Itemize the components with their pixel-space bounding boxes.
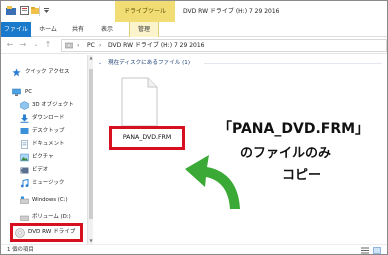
nav-item-documents[interactable]: ドキュメント	[1, 138, 89, 151]
group-header[interactable]: 現在ディスクにあるファイル (1)	[108, 57, 190, 69]
breadcrumb-chevron-icon: ›	[77, 42, 80, 49]
green-arrow-icon	[185, 155, 240, 209]
blank-file-icon	[121, 77, 158, 127]
nav-item-3d-objects[interactable]: 3D オブジェクト	[1, 99, 89, 112]
callout-line-1: 「PANA_DVD.FRM」	[218, 121, 370, 137]
tab-home[interactable]: ホーム	[34, 22, 62, 37]
explorer-window: ドライブツール DVD RW ドライブ (H:) 7 29 2016 ファイル …	[0, 0, 388, 255]
document-icon	[21, 140, 28, 149]
large-icons-view-icon[interactable]	[373, 247, 381, 254]
group-divider	[204, 63, 382, 64]
cube-icon	[20, 101, 29, 110]
breadcrumb-drive[interactable]: DVD RW ドライブ (H:) 7 29 2016	[108, 40, 204, 51]
nav-item-desktop[interactable]: デスクトップ	[1, 125, 89, 138]
app-icon	[6, 6, 16, 15]
ribbon-tabs: ファイル ホーム 共有 表示 管理	[1, 22, 387, 38]
address-row: ← → ⌄ ↑ › PC › DVD RW ドライブ (H:) 7 29 201…	[1, 37, 387, 54]
status-bar: 1 個の項目	[1, 244, 387, 254]
hard-drive-icon	[20, 215, 29, 221]
recent-locations-icon[interactable]: ⌄	[30, 39, 42, 51]
callout-line-3: コピー	[282, 168, 322, 183]
star-icon	[12, 68, 21, 77]
scrollbar-thumb[interactable]	[89, 69, 93, 219]
picture-icon	[20, 153, 29, 162]
tab-file[interactable]: ファイル	[1, 22, 31, 37]
item-count: 1 個の項目	[7, 247, 34, 253]
breadcrumb-chevron-icon: ›	[99, 42, 102, 49]
nav-item-pc[interactable]: PC	[1, 86, 89, 99]
up-arrow-icon[interactable]: ↑	[42, 39, 54, 51]
dvd-drive-icon	[65, 42, 73, 49]
nav-dvd-label: DVD RW ドライブ	[28, 229, 76, 235]
tab-manage[interactable]: 管理	[129, 22, 159, 38]
nav-item-pictures[interactable]: ピクチャ	[1, 151, 89, 164]
file-name: PANA_DVD.FRM	[122, 134, 172, 141]
dvd-disc-icon	[15, 228, 25, 238]
breadcrumb-pc[interactable]: PC	[87, 40, 95, 51]
nav-item-downloads[interactable]: ダウンロード	[1, 112, 89, 125]
customize-dropdown-icon[interactable]	[43, 5, 50, 16]
tab-view[interactable]: 表示	[96, 22, 118, 37]
music-icon	[20, 179, 29, 188]
system-drive-icon	[20, 196, 29, 204]
new-folder-icon[interactable]	[31, 5, 39, 16]
download-icon	[20, 114, 29, 123]
callout-line-2: のファイルのみ	[240, 146, 332, 161]
desktop-icon	[20, 128, 29, 134]
nav-scrollbar[interactable]: ▲ ▼	[87, 55, 93, 244]
back-arrow-icon[interactable]: ←	[4, 39, 16, 51]
drive-tools-tab[interactable]: ドライブツール	[115, 1, 175, 22]
collapse-chevron-icon[interactable]: ⌄	[98, 60, 102, 66]
navigation-pane: クイック アクセス PC 3D オブジェクト ダウンロード デスクトップ ドキュ…	[1, 55, 93, 244]
nav-item-videos[interactable]: ビデオ	[1, 164, 89, 177]
window-title: DVD RW ドライブ (H:) 7 29 2016	[183, 8, 280, 15]
file-item[interactable]: PANA_DVD.FRM	[109, 77, 185, 154]
nav-item-dvd-drive[interactable]: DVD RW ドライブ	[10, 223, 83, 242]
forward-arrow-icon[interactable]: →	[17, 39, 29, 51]
computer-icon	[12, 88, 21, 96]
quick-access-divider	[39, 6, 40, 16]
nav-item-windows-c[interactable]: Windows (C:)	[1, 194, 89, 207]
nav-item-music[interactable]: ミュージック	[1, 177, 89, 190]
properties-icon[interactable]	[20, 5, 29, 16]
video-icon	[20, 167, 29, 174]
nav-item-quick-access[interactable]: クイック アクセス	[1, 66, 89, 79]
title-bar: ドライブツール DVD RW ドライブ (H:) 7 29 2016	[1, 1, 387, 22]
address-bar[interactable]: › PC › DVD RW ドライブ (H:) 7 29 2016	[61, 39, 387, 52]
file-name-highlight: PANA_DVD.FRM	[109, 126, 185, 150]
details-view-icon[interactable]	[361, 247, 369, 254]
tab-share[interactable]: 共有	[67, 22, 89, 37]
